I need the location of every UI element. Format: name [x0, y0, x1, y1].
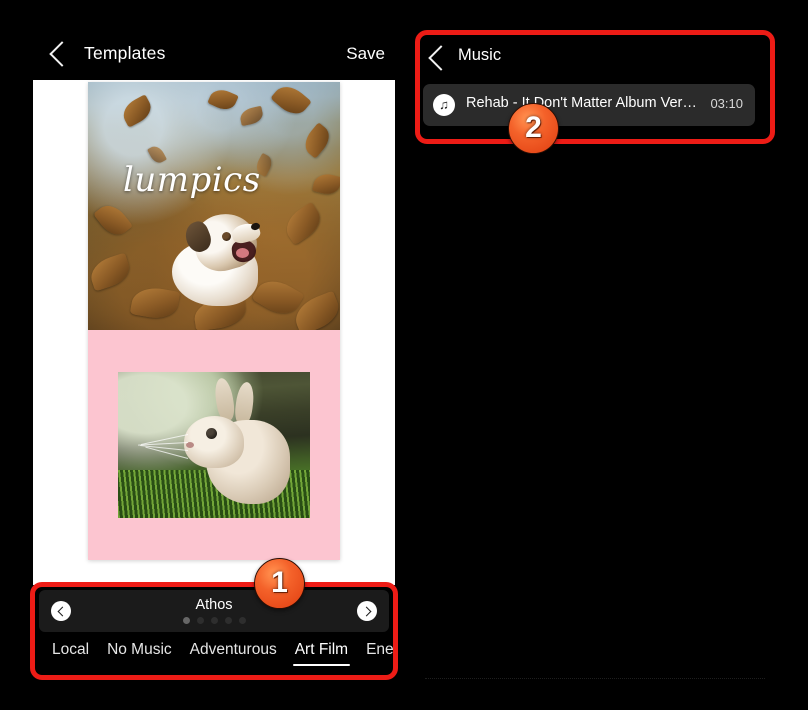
carousel-pagination-dots[interactable] [39, 617, 389, 624]
pagination-dot[interactable] [238, 617, 246, 624]
tab-adventurous[interactable]: Adventurous [181, 637, 286, 668]
music-note-icon: ♫ [433, 94, 455, 116]
dog-eye [222, 232, 231, 241]
pagination-dot[interactable] [182, 617, 190, 624]
leaf-decoration [299, 122, 335, 159]
autumn-dog-photo[interactable]: lumpics [88, 82, 340, 330]
carousel-title: Athos [195, 597, 233, 613]
music-category-tabs[interactable]: Local No Music Adventurous Art Film Ener… [33, 637, 395, 680]
tab-art-film[interactable]: Art Film [286, 637, 357, 668]
chevron-left-icon[interactable] [428, 45, 454, 71]
step-badge-1: 1 [254, 558, 305, 609]
leaf-decoration [207, 85, 239, 114]
list-item[interactable]: ♫ Rehab - It Don't Matter Album Versi...… [423, 84, 755, 126]
pagination-dot[interactable] [224, 617, 232, 624]
leaf-decoration [88, 252, 134, 292]
chevron-left-icon[interactable] [49, 41, 75, 67]
track-duration: 03:10 [710, 96, 743, 111]
rabbit-head [184, 416, 244, 468]
music-panel-title: Music [458, 46, 502, 64]
template-card[interactable]: lumpics [88, 82, 340, 560]
pink-background-panel[interactable] [88, 330, 340, 560]
leaf-decoration [311, 171, 340, 197]
leaf-decoration [93, 199, 133, 241]
music-panel: Music ♫ Rehab - It Don't Matter Album Ve… [420, 35, 770, 680]
template-editor-panel: Templates Save lumpics Athos Local No Mu… [33, 0, 395, 710]
tab-energetic[interactable]: Energetic [357, 637, 395, 668]
dog-tongue [236, 248, 249, 258]
leaf-decoration [238, 105, 265, 127]
template-preview-canvas[interactable]: lumpics [33, 80, 395, 585]
dog-figure [172, 206, 264, 306]
music-selector-bar: Athos Local No Music Adventurous Art Fil… [33, 585, 395, 680]
leaf-decoration [270, 82, 312, 121]
template-editor-topbar: Templates Save [33, 0, 395, 80]
rabbit-photo[interactable] [118, 372, 310, 518]
rabbit-eye [206, 428, 217, 439]
leaf-decoration [279, 201, 327, 246]
step-badge-2: 2 [508, 103, 559, 154]
pagination-dot[interactable] [210, 617, 218, 624]
panel-divider [425, 678, 765, 679]
leaf-decoration [118, 94, 156, 128]
track-title: Rehab - It Don't Matter Album Versi... [466, 95, 702, 111]
music-panel-topbar: Music [420, 35, 770, 80]
pagination-dot[interactable] [196, 617, 204, 624]
save-button[interactable]: Save [346, 44, 385, 64]
page-title: Templates [84, 43, 166, 63]
tab-no-music[interactable]: No Music [98, 637, 181, 668]
tab-local[interactable]: Local [43, 637, 98, 668]
template-carousel[interactable]: Athos [39, 590, 389, 632]
watermark-text: lumpics [123, 160, 261, 200]
